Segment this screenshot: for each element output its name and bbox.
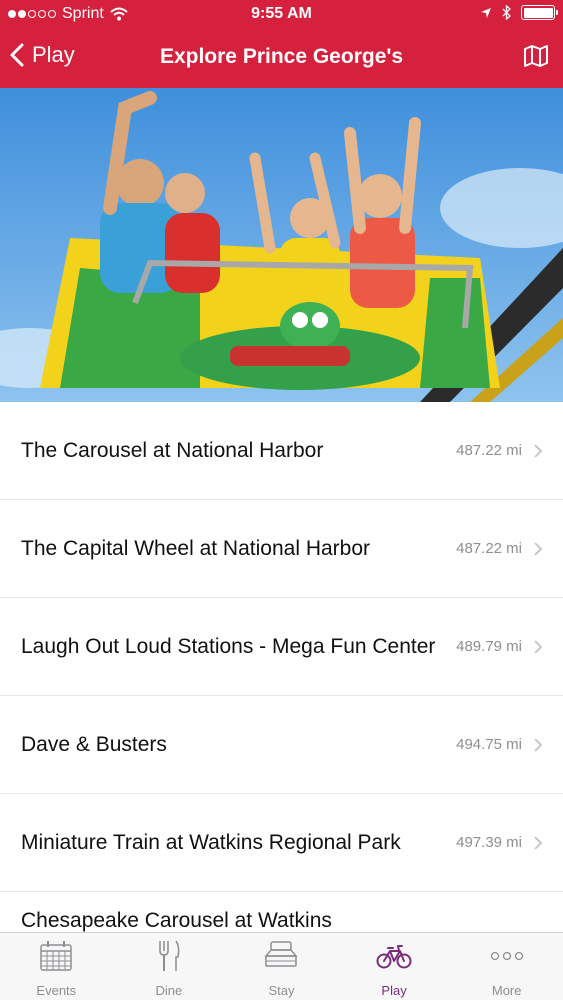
tab-label: Stay (268, 983, 295, 998)
battery-icon (521, 5, 558, 20)
clock: 9:55 AM (251, 5, 312, 22)
more-dots-icon (489, 939, 525, 973)
tab-play[interactable]: Play (338, 933, 451, 1000)
chevron-right-icon (534, 443, 543, 458)
list-item[interactable]: The Capital Wheel at National Harbor 487… (0, 500, 563, 598)
tab-more[interactable]: More (450, 933, 563, 1000)
status-icons (480, 5, 558, 20)
list-item[interactable]: The Carousel at National Harbor 487.22 m… (0, 402, 563, 500)
back-button[interactable]: Play (10, 42, 75, 68)
page-title: Explore Prince George's (159, 45, 404, 68)
attraction-distance: 497.39 mi (456, 834, 522, 851)
navigation-bar: Play Explore Prince George's (0, 30, 563, 88)
list-item[interactable]: Laugh Out Loud Stations - Mega Fun Cente… (0, 598, 563, 696)
attraction-name: The Carousel at National Harbor (21, 439, 324, 462)
bluetooth-icon (502, 5, 511, 20)
tab-bar: Events Dine Stay Play More (0, 932, 563, 1000)
tab-label: More (491, 983, 522, 998)
tab-label: Events (36, 983, 77, 998)
chevron-left-icon (10, 43, 24, 67)
fork-knife-icon (156, 939, 182, 973)
attraction-distance: 489.79 mi (456, 638, 522, 655)
attraction-name: Chesapeake Carousel at Watkins (21, 909, 332, 932)
attraction-list: The Carousel at National Harbor 487.22 m… (0, 402, 563, 932)
attraction-distance: 487.22 mi (456, 442, 522, 459)
list-item[interactable]: Dave & Busters 494.75 mi (0, 696, 563, 794)
bicycle-icon (376, 939, 412, 973)
tab-stay[interactable]: Stay (225, 933, 338, 1000)
list-item[interactable]: Miniature Train at Watkins Regional Park… (0, 794, 563, 892)
attraction-distance: 494.75 mi (456, 736, 522, 753)
back-button-label: Play (32, 42, 75, 67)
map-button[interactable] (523, 44, 549, 73)
app-header: Sprint 9:55 AM Play Explore Prince Georg… (0, 0, 563, 88)
map-icon (524, 45, 548, 67)
location-arrow-icon (481, 7, 491, 18)
chevron-right-icon (534, 835, 543, 850)
attraction-name: Dave & Busters (21, 733, 167, 756)
status-bar: Sprint 9:55 AM (0, 0, 563, 30)
calendar-icon (39, 939, 73, 973)
attraction-name: The Capital Wheel at National Harbor (21, 537, 371, 560)
tab-events[interactable]: Events (0, 933, 113, 1000)
roller-coaster-photo (0, 88, 563, 402)
chevron-right-icon (534, 541, 543, 556)
hero-photo (0, 88, 563, 402)
tab-label: Dine (155, 983, 183, 998)
attraction-distance: 487.22 mi (456, 540, 522, 557)
attraction-name: Laugh Out Loud Stations - Mega Fun Cente… (21, 635, 436, 658)
tab-label: Play (381, 983, 407, 998)
list-item[interactable]: Chesapeake Carousel at Watkins (0, 892, 563, 932)
chevron-right-icon (534, 737, 543, 752)
chevron-right-icon (534, 639, 543, 654)
attraction-name: Miniature Train at Watkins Regional Park (21, 831, 401, 854)
tab-dine[interactable]: Dine (113, 933, 226, 1000)
bed-icon (263, 939, 299, 973)
